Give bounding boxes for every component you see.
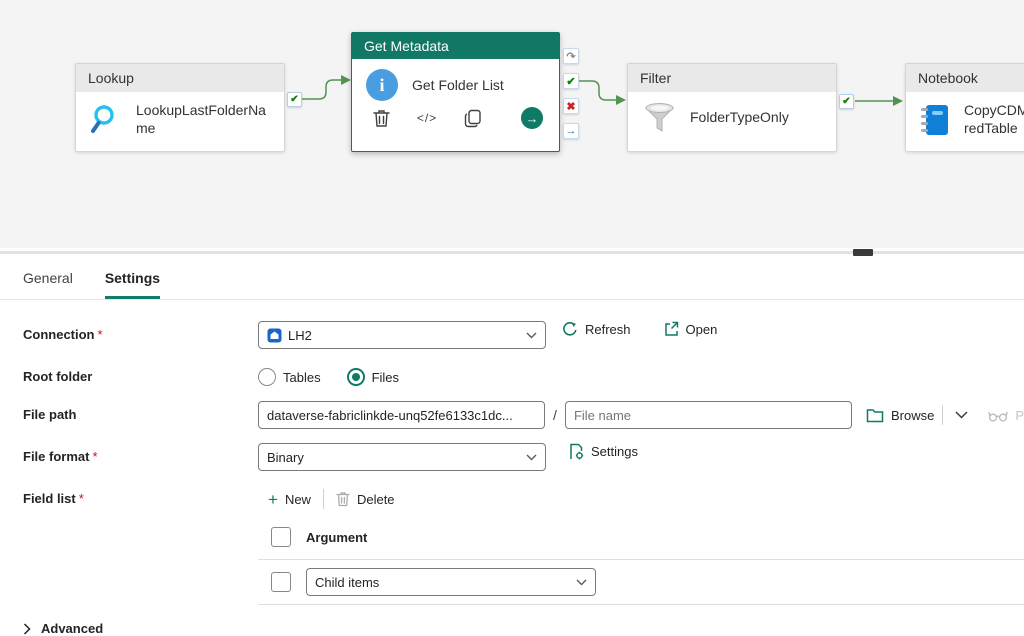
chevron-down-icon <box>526 332 537 339</box>
row-checkbox[interactable] <box>271 572 291 592</box>
path-separator: / <box>553 407 557 423</box>
panel-tabs: General Settings <box>0 256 1024 300</box>
activity-type-label: Notebook <box>906 64 1024 92</box>
field-list-item-row: Child items <box>258 568 1024 596</box>
lakehouse-icon <box>267 328 282 343</box>
root-folder-tables-option[interactable]: Tables <box>258 368 321 386</box>
connection-dropdown[interactable]: LH2 <box>258 321 546 349</box>
skip-port-icon[interactable]: ↷ <box>563 48 579 64</box>
activity-type-label: Lookup <box>76 64 284 92</box>
activity-type-label: Filter <box>628 64 836 92</box>
file-format-label: File format* <box>23 443 258 464</box>
field-list-row: Field list* + New Delete <box>23 485 1024 613</box>
tab-settings[interactable]: Settings <box>105 270 160 299</box>
root-folder-label: Root folder <box>23 363 258 384</box>
argument-dropdown[interactable]: Child items <box>306 568 596 596</box>
connection-label: Connection* <box>23 321 258 342</box>
radio-unchecked-icon <box>258 368 276 386</box>
code-view-icon[interactable]: </> <box>416 107 438 129</box>
file-format-dropdown[interactable]: Binary <box>258 443 546 471</box>
file-name-input[interactable] <box>565 401 852 429</box>
filter-success-badge[interactable]: ✔ <box>839 94 854 109</box>
open-button[interactable]: Open <box>663 321 718 337</box>
file-path-label: File path <box>23 401 258 422</box>
browse-button[interactable]: Browse <box>866 408 934 423</box>
root-folder-row: Root folder Tables Files <box>23 363 1024 386</box>
argument-column-header: Argument <box>306 530 367 545</box>
activity-name: LookupLastFolderName <box>136 102 270 137</box>
notebook-icon <box>920 104 950 136</box>
success-port-icon[interactable]: ✔ <box>563 73 579 89</box>
root-folder-files-option[interactable]: Files <box>347 368 399 386</box>
lookup-magnifier-icon <box>90 103 122 137</box>
delete-activity-icon[interactable] <box>370 107 392 129</box>
navigate-activity-button[interactable]: → <box>521 107 543 129</box>
filter-funnel-icon <box>642 102 676 134</box>
chevron-right-icon <box>23 623 31 635</box>
file-format-value: Binary <box>267 450 520 465</box>
divider <box>942 405 943 425</box>
file-path-row: File path / Browse <box>23 401 1024 429</box>
activity-type-label: Get Metadata <box>352 33 559 59</box>
select-all-checkbox[interactable] <box>271 527 291 547</box>
divider <box>258 604 1024 605</box>
argument-value: Child items <box>315 575 570 590</box>
activity-name: CopyCDM redTable <box>964 102 1024 137</box>
glasses-icon <box>988 409 1008 422</box>
pipeline-canvas[interactable]: Lookup LookupLastFolderName ✔ Get Metada… <box>0 0 1024 248</box>
file-settings-gear-icon <box>568 443 584 460</box>
new-field-button[interactable]: + New <box>268 491 311 508</box>
activity-node-filter[interactable]: Filter FolderTypeOnly <box>627 63 837 152</box>
activity-node-get-metadata[interactable]: Get Metadata i Get Folder List </> → <box>351 32 560 152</box>
preview-data-button: P <box>988 408 1024 423</box>
advanced-expander[interactable]: Advanced <box>23 621 1024 636</box>
format-settings-button[interactable]: Settings <box>568 443 638 460</box>
connection-row: Connection* LH2 <box>23 321 1024 349</box>
activity-name: Get Folder List <box>412 77 504 93</box>
activity-output-ports: ↷ ✔ ✖ → <box>563 48 579 148</box>
chevron-down-icon <box>576 579 587 586</box>
fail-port-icon[interactable]: ✖ <box>563 98 579 114</box>
activity-node-lookup[interactable]: Lookup LookupLastFolderName <box>75 63 285 152</box>
refresh-icon <box>562 321 578 337</box>
field-list-label: Field list* <box>23 485 258 506</box>
lookup-success-badge[interactable]: ✔ <box>287 92 302 107</box>
divider <box>323 489 324 509</box>
radio-checked-icon <box>347 368 365 386</box>
open-external-icon <box>663 321 679 337</box>
plus-icon: + <box>268 491 278 508</box>
clone-activity-icon[interactable] <box>462 107 484 129</box>
chevron-down-icon[interactable] <box>951 411 972 419</box>
refresh-button[interactable]: Refresh <box>562 321 631 337</box>
activity-name: FolderTypeOnly <box>690 109 822 127</box>
directory-input[interactable] <box>258 401 545 429</box>
properties-panel: General Settings Connection* LH2 <box>0 256 1024 636</box>
trash-icon <box>336 491 350 507</box>
splitter-drag-handle[interactable] <box>853 249 873 256</box>
chevron-down-icon <box>526 454 537 461</box>
connection-value: LH2 <box>288 328 520 343</box>
completion-port-icon[interactable]: → <box>563 123 579 139</box>
folder-icon <box>866 408 884 423</box>
file-format-row: File format* Binary Settings <box>23 443 1024 471</box>
get-metadata-info-icon: i <box>366 69 398 101</box>
activity-node-notebook[interactable]: Notebook CopyCDM redTable <box>905 63 1024 152</box>
delete-field-button[interactable]: Delete <box>336 491 395 507</box>
divider <box>258 559 1024 560</box>
panel-splitter <box>0 248 1024 256</box>
tab-general[interactable]: General <box>23 270 73 299</box>
